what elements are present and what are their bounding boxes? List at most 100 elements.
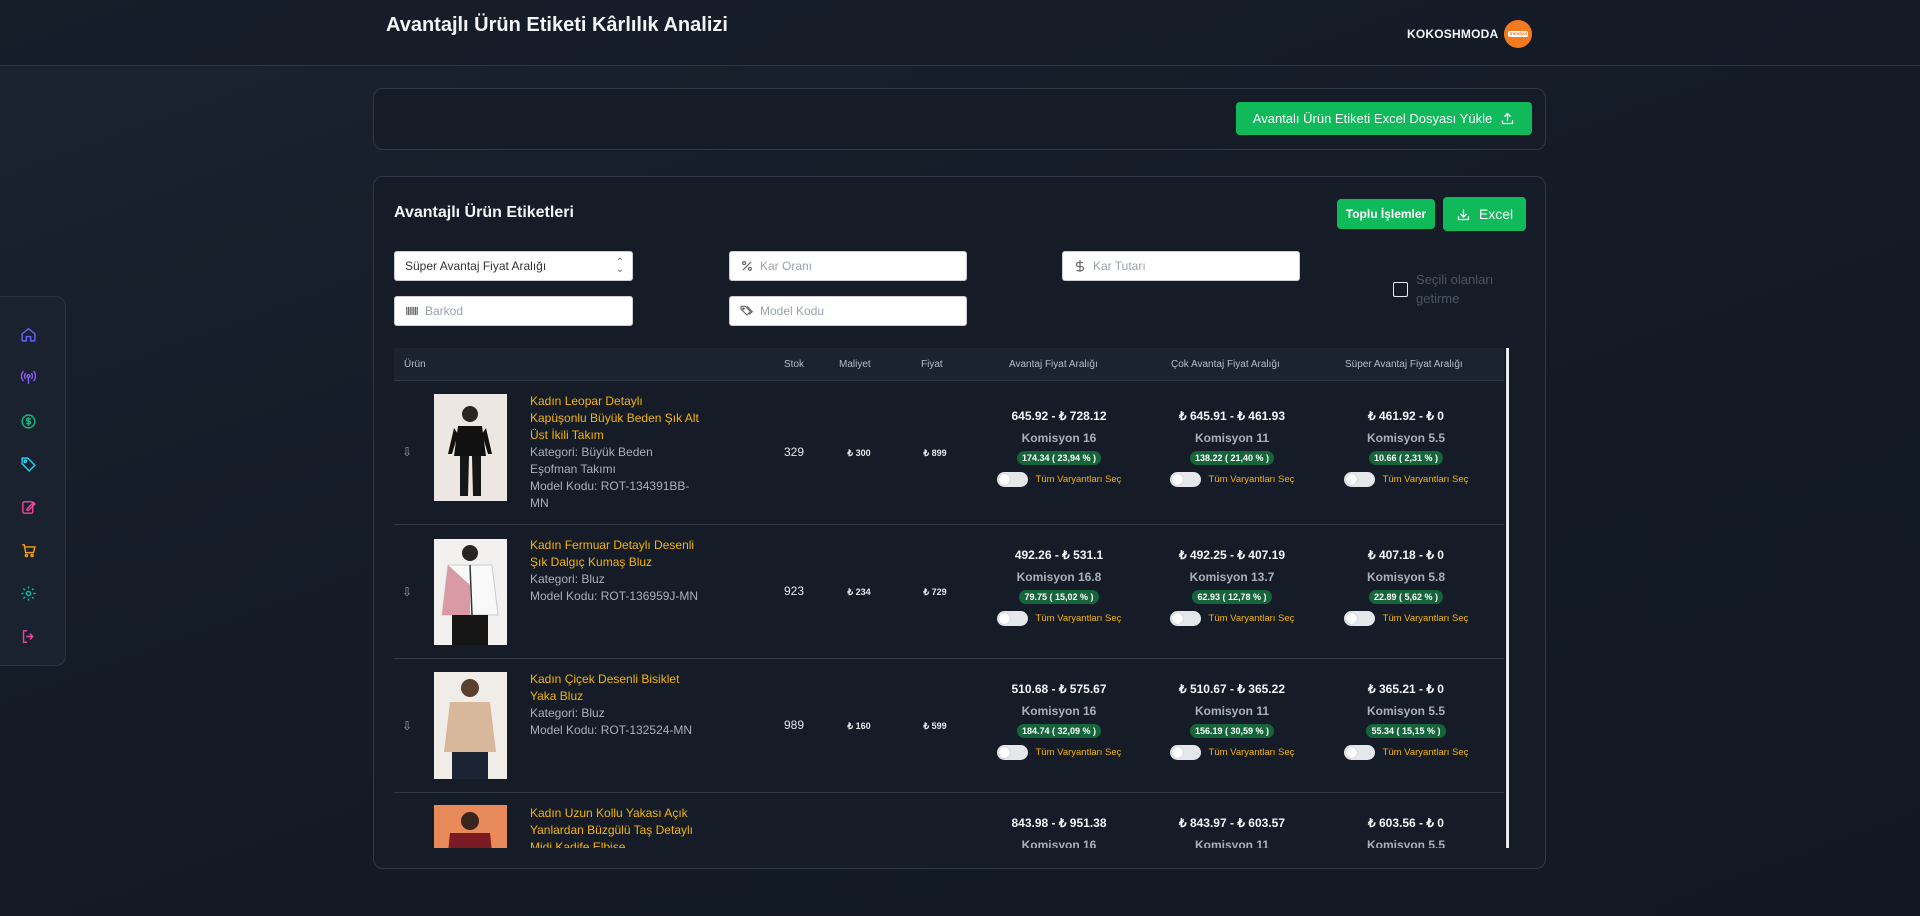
- excel-export-label: Excel: [1478, 206, 1514, 222]
- variant-toggle[interactable]: Tüm Varyantları Seç: [1331, 745, 1481, 760]
- home-icon[interactable]: [19, 325, 37, 343]
- variant-toggle[interactable]: Tüm Varyantları Seç: [984, 472, 1134, 487]
- advantage-profit-badge: 184.74 ( 32,09 % ): [1016, 724, 1102, 738]
- toggle-switch[interactable]: [1343, 611, 1375, 626]
- table-scrollbar[interactable]: ▲ ▼: [1506, 348, 1509, 848]
- variant-label: Tüm Varyantları Seç: [1208, 613, 1295, 624]
- brand-logo: trendyol: [1504, 20, 1533, 48]
- checkbox[interactable]: [1393, 282, 1408, 297]
- variant-label: Tüm Varyantları Seç: [1382, 474, 1469, 485]
- dollar-icon[interactable]: [19, 412, 37, 430]
- tag-icon[interactable]: [19, 455, 37, 473]
- model-code-input[interactable]: [760, 304, 966, 318]
- gear-icon[interactable]: [19, 584, 37, 602]
- th-product: Ürün: [404, 359, 426, 370]
- advantage-cell: 492.26 - ₺ 531.1 Komisyon 16.8 79.75 ( 1…: [984, 548, 1134, 626]
- product-category: Kategori: Bluz: [530, 572, 605, 586]
- variant-label: Tüm Varyantları Seç: [1035, 474, 1122, 485]
- th-advantage: Avantaj Fiyat Aralığı: [1009, 359, 1098, 370]
- table-row[interactable]: Kadın Uzun Kollu Yakası Açık Yanlardan B…: [394, 793, 1504, 848]
- dollar-sign-icon: [1075, 260, 1085, 272]
- product-image: [434, 672, 507, 779]
- profit-rate-field[interactable]: [729, 251, 967, 281]
- cost-value: ₺ 160: [847, 721, 871, 731]
- upload-excel-button[interactable]: Avantalı Ürün Etiketi Excel Dosyası Yükl…: [1236, 102, 1532, 135]
- logout-icon[interactable]: [19, 627, 37, 645]
- very-advantage-commission: Komisyon 13.7: [1189, 570, 1275, 584]
- very-advantage-commission: Komisyon 11: [1194, 704, 1270, 718]
- variant-toggle[interactable]: Tüm Varyantları Seç: [1157, 745, 1307, 760]
- very-advantage-range: ₺ 492.25 - ₺ 407.19: [1178, 548, 1285, 562]
- variant-toggle[interactable]: Tüm Varyantları Seç: [984, 745, 1134, 760]
- table-row[interactable]: ⇩ Kadın Fermuar Detaylı Desenli Şık Dalg…: [394, 525, 1504, 659]
- toggle-switch[interactable]: [996, 745, 1028, 760]
- toggle-switch[interactable]: [1169, 745, 1201, 760]
- table-row[interactable]: ⇩ Kadın Çiçek Desenli Bisiklet Yaka Bluz…: [394, 659, 1504, 793]
- product-name[interactable]: Kadın Uzun Kollu Yakası Açık Yanlardan B…: [530, 805, 700, 848]
- th-cost: Maliyet: [839, 359, 871, 370]
- product-model: Model Kodu: ROT-136959J-MN: [530, 589, 699, 603]
- super-advantage-commission: Komisyon 5.5: [1366, 431, 1446, 445]
- advantage-profit-badge: 174.34 ( 23,94 % ): [1016, 451, 1102, 465]
- range-select[interactable]: Süper Avantaj Fiyat Aralığı ⌃ ⌄: [394, 251, 633, 281]
- product-image: [434, 539, 507, 645]
- th-price: Fiyat: [921, 359, 943, 370]
- arrow-down-icon[interactable]: ⇩: [402, 585, 412, 599]
- toggle-switch[interactable]: [1343, 745, 1375, 760]
- super-advantage-profit-badge: 10.66 ( 2,31 % ): [1368, 451, 1444, 465]
- select-arrows-icon: ⌃ ⌄: [615, 257, 624, 275]
- excel-export-button[interactable]: Excel: [1443, 197, 1526, 231]
- stock-value: 989: [783, 718, 805, 732]
- variant-toggle[interactable]: Tüm Varyantları Seç: [984, 611, 1134, 626]
- price-value: ₺ 899: [923, 448, 947, 458]
- profit-rate-input[interactable]: [760, 259, 966, 273]
- super-advantage-commission: Komisyon 5.5: [1366, 704, 1446, 718]
- toggle-switch[interactable]: [1169, 472, 1201, 487]
- profit-amount-input[interactable]: [1093, 259, 1299, 273]
- table-row[interactable]: ⇩ Kadın Leopar Detaylı Kapüşonlu Büyük B…: [394, 381, 1504, 525]
- super-advantage-range: ₺ 603.56 - ₺ 0: [1368, 816, 1444, 830]
- variant-toggle[interactable]: Tüm Varyantları Seç: [1157, 472, 1307, 487]
- product-category: Kategori: Büyük Beden Eşofman Takımı: [530, 445, 653, 476]
- toggle-switch[interactable]: [1343, 472, 1375, 487]
- edit-icon[interactable]: [19, 498, 37, 516]
- product-model: Model Kodu: ROT-132524-MN: [530, 723, 693, 737]
- variant-toggle[interactable]: Tüm Varyantları Seç: [1331, 472, 1481, 487]
- advantage-range: 492.26 - ₺ 531.1: [1014, 548, 1104, 562]
- sidebar: [0, 296, 66, 666]
- product-name[interactable]: Kadın Fermuar Detaylı Desenli Şık Dalgıç…: [530, 537, 700, 571]
- stock-value: 923: [783, 584, 805, 598]
- very-advantage-cell: ₺ 492.25 - ₺ 407.19 Komisyon 13.7 62.93 …: [1157, 548, 1307, 626]
- bulk-actions-button[interactable]: Toplu İşlemler: [1337, 199, 1435, 229]
- variant-toggle[interactable]: Tüm Varyantları Seç: [1157, 611, 1307, 626]
- variant-label: Tüm Varyantları Seç: [1035, 747, 1122, 758]
- toggle-switch[interactable]: [996, 472, 1028, 487]
- product-name[interactable]: Kadın Leopar Detaylı Kapüşonlu Büyük Bed…: [530, 393, 700, 444]
- price-value: ₺ 599: [923, 721, 947, 731]
- toggle-switch[interactable]: [1169, 611, 1201, 626]
- arrow-down-icon[interactable]: ⇩: [402, 445, 412, 459]
- barcode-input[interactable]: [425, 304, 632, 318]
- super-advantage-cell: ₺ 603.56 - ₺ 0 Komisyon 5.5: [1331, 816, 1481, 848]
- variant-label: Tüm Varyantları Seç: [1208, 474, 1295, 485]
- very-advantage-cell: ₺ 645.91 - ₺ 461.93 Komisyon 11 138.22 (…: [1157, 409, 1307, 487]
- cart-icon[interactable]: [19, 541, 37, 559]
- upload-excel-label: Avantalı Ürün Etiketi Excel Dosyası Yükl…: [1252, 111, 1493, 126]
- model-code-field[interactable]: [729, 296, 967, 326]
- product-name[interactable]: Kadın Çiçek Desenli Bisiklet Yaka Bluz: [530, 671, 700, 705]
- very-advantage-range: ₺ 843.97 - ₺ 603.57: [1178, 816, 1285, 830]
- profit-amount-field[interactable]: [1062, 251, 1300, 281]
- th-very-advantage: Çok Avantaj Fiyat Aralığı: [1171, 359, 1280, 370]
- product-model: Model Kodu: ROT-134391BB-MN: [530, 479, 690, 510]
- variant-toggle[interactable]: Tüm Varyantları Seç: [1331, 611, 1481, 626]
- broadcast-icon[interactable]: [19, 368, 37, 386]
- brand[interactable]: KOKOSHMODA trendyol: [1407, 20, 1533, 48]
- exclude-selected-checkbox[interactable]: Seçili olanları getirme: [1393, 270, 1506, 308]
- download-icon: [1457, 209, 1469, 220]
- arrow-down-icon[interactable]: ⇩: [402, 719, 412, 733]
- toggle-switch[interactable]: [996, 611, 1028, 626]
- barcode-field[interactable]: [394, 296, 633, 326]
- product-image: [434, 394, 507, 501]
- advantage-commission: Komisyon 16: [1021, 838, 1097, 848]
- super-advantage-commission: Komisyon 5.8: [1366, 570, 1446, 584]
